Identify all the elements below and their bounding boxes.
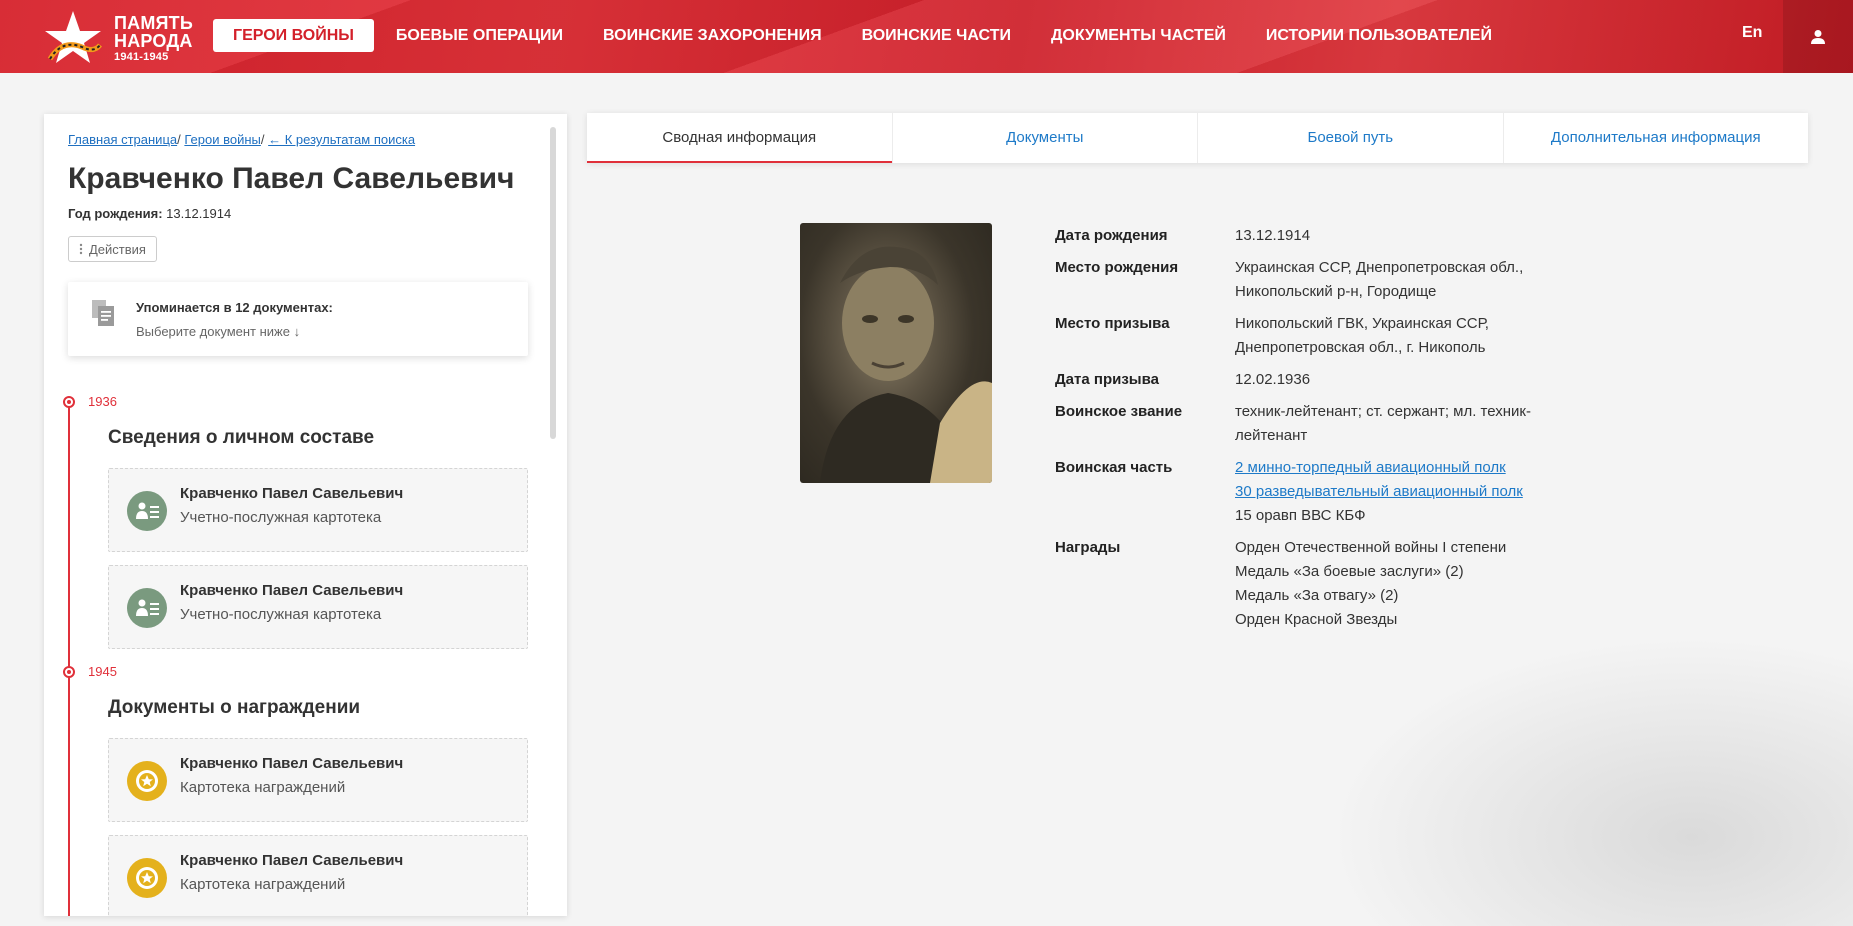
breadcrumb-heroes-link[interactable]: Герои войны [184, 132, 261, 147]
info-row-draft-place: Место призыва Никопольский ГВК, Украинск… [1055, 312, 1575, 360]
documents-icon [92, 300, 114, 326]
hero-portrait-photo[interactable] [800, 223, 992, 483]
award-item: Орден Красной Звезды [1235, 611, 1398, 628]
document-person-name: Кравченко Павел Савельевич [180, 582, 404, 599]
nav-operations[interactable]: БОЕВЫЕ ОПЕРАЦИИ [376, 19, 583, 52]
info-value: 12.02.1936 [1235, 371, 1311, 388]
unit-text: 15 оравп ВВС КБФ [1235, 507, 1366, 524]
breadcrumb-separator: / [177, 132, 181, 147]
info-row-awards: Награды Орден Отечественной войны I степ… [1055, 536, 1575, 632]
breadcrumb: Главная страница/ Герои войны/ ← К резул… [68, 132, 415, 147]
info-label: Место рождения [1055, 259, 1179, 276]
back-to-results-link[interactable]: ← К результатам поиска [268, 132, 415, 147]
info-label: Дата рождения [1055, 227, 1168, 244]
actions-button[interactable]: Действия [68, 236, 157, 262]
timeline-line [68, 402, 70, 916]
logo-text: ПАМЯТЬ НАРОДА 1941-1945 [114, 14, 193, 64]
award-medal-icon [127, 761, 167, 801]
mentions-title: Упоминается в 12 документах: [136, 300, 333, 315]
info-value: 13.12.1914 [1235, 227, 1311, 244]
personnel-card-icon [127, 588, 167, 628]
tab-combat-path[interactable]: Боевой путь [1198, 113, 1504, 163]
birth-year: Год рождения: 13.12.1914 [68, 206, 231, 221]
logo-years: 1941-1945 [114, 51, 169, 63]
timeline-dot [63, 396, 75, 408]
info-label: Дата призыва [1055, 371, 1159, 388]
info-value: техник-лейтенант; ст. сержант; мл. техни… [1235, 403, 1531, 444]
info-value: Орден Отечественной войны I степени Меда… [1235, 536, 1555, 632]
info-row-unit: Воинская часть 2 минно-торпедный авиацио… [1055, 456, 1575, 528]
page-title: Кравченко Павел Савельевич [68, 162, 515, 195]
info-label: Место призыва [1055, 315, 1170, 332]
timeline-dot [63, 666, 75, 678]
document-person-name: Кравченко Павел Савельевич [180, 485, 404, 502]
document-card[interactable]: Кравченко Павел Савельевич Учетно-послуж… [108, 565, 528, 649]
hero-tabs: Сводная информация Документы Боевой путь… [587, 113, 1808, 163]
document-person-name: Кравченко Павел Савельевич [180, 755, 404, 772]
info-row-birth-place: Место рождения Украинская ССР, Днепропет… [1055, 256, 1575, 304]
section-title-awards: Документы о награждении [108, 697, 361, 718]
document-type: Учетно-послужная картотека [180, 509, 382, 526]
top-navigation-bar: ПАМЯТЬ НАРОДА 1941-1945 ГЕРОИ ВОЙНЫ БОЕВ… [0, 0, 1853, 73]
info-value: 2 минно-торпедный авиационный полк 30 ра… [1235, 456, 1555, 528]
birth-year-value: 13.12.1914 [166, 206, 232, 221]
nav-heroes[interactable]: ГЕРОИ ВОЙНЫ [213, 19, 374, 52]
portrait-image [820, 246, 992, 483]
hero-sidebar-panel: Главная страница/ Герои войны/ ← К резул… [44, 114, 567, 916]
unit-link[interactable]: 2 минно-торпедный авиационный полк [1235, 456, 1555, 480]
mentions-hint: Выберите документ ниже ↓ [136, 324, 301, 339]
info-value: Никопольский ГВК, Украинская ССР, Днепро… [1235, 315, 1489, 356]
document-type: Картотека награждений [180, 876, 346, 893]
info-value: Украинская ССР, Днепропетровская обл., Н… [1235, 259, 1524, 300]
nav-burials[interactable]: ВОИНСКИЕ ЗАХОРОНЕНИЯ [583, 19, 842, 52]
logo-line-2: НАРОДА [114, 31, 193, 51]
info-row-rank: Воинское звание техник-лейтенант; ст. се… [1055, 400, 1575, 448]
info-label: Награды [1055, 539, 1121, 556]
personnel-card-icon [127, 491, 167, 531]
document-card[interactable]: Кравченко Павел Савельевич Картотека наг… [108, 738, 528, 822]
document-card[interactable]: Кравченко Павел Савельевич Учетно-послуж… [108, 468, 528, 552]
tab-summary[interactable]: Сводная информация [587, 113, 893, 163]
tab-documents[interactable]: Документы [893, 113, 1198, 163]
logo-line-1: ПАМЯТЬ [114, 13, 194, 33]
info-row-draft-date: Дата призыва 12.02.1936 [1055, 368, 1575, 392]
award-item: Медаль «За отвагу» (2) [1235, 587, 1399, 604]
info-label: Воинская часть [1055, 459, 1173, 476]
document-person-name: Кравченко Павел Савельевич [180, 852, 404, 869]
timeline-year-1936: 1936 [88, 394, 117, 409]
background-decoration [1300, 620, 1853, 926]
actions-label: Действия [89, 241, 146, 257]
award-item: Орден Отечественной войны I степени [1235, 539, 1507, 556]
unit-link[interactable]: 30 разведывательный авиационный полк [1235, 480, 1555, 504]
document-card[interactable]: Кравченко Павел Савельевич Картотека наг… [108, 835, 528, 916]
star-ribbon-logo-icon [45, 11, 102, 63]
nav-unit-documents[interactable]: ДОКУМЕНТЫ ЧАСТЕЙ [1031, 19, 1246, 52]
tab-additional-info[interactable]: Дополнительная информация [1504, 113, 1809, 163]
breadcrumb-home-link[interactable]: Главная страница [68, 132, 177, 147]
document-type: Картотека награждений [180, 779, 346, 796]
timeline-year-1945: 1945 [88, 664, 117, 679]
birth-year-label: Год рождения: [68, 206, 163, 221]
award-medal-icon [127, 858, 167, 898]
vertical-dots-icon [79, 243, 83, 255]
language-switch[interactable]: En [1742, 24, 1762, 42]
main-nav: ГЕРОИ ВОЙНЫ БОЕВЫЕ ОПЕРАЦИИ ВОИНСКИЕ ЗАХ… [213, 19, 1512, 52]
info-row-birth-date: Дата рождения 13.12.1914 [1055, 224, 1575, 248]
nav-user-stories[interactable]: ИСТОРИИ ПОЛЬЗОВАТЕЛЕЙ [1246, 19, 1512, 52]
hero-info-table: Дата рождения 13.12.1914 Место рождения … [1055, 224, 1575, 640]
mentions-card: Упоминается в 12 документах: Выберите до… [68, 282, 528, 356]
award-item: Медаль «За боевые заслуги» (2) [1235, 563, 1464, 580]
nav-units[interactable]: ВОИНСКИЕ ЧАСТИ [842, 19, 1031, 52]
section-title-personnel: Сведения о личном составе [108, 427, 375, 448]
sidebar-scrollbar[interactable] [550, 127, 556, 439]
site-logo[interactable]: ПАМЯТЬ НАРОДА 1941-1945 [42, 9, 202, 65]
info-label: Воинское звание [1055, 403, 1183, 420]
document-type: Учетно-послужная картотека [180, 606, 382, 623]
breadcrumb-separator: / [260, 132, 265, 147]
user-icon [1811, 29, 1825, 44]
user-account-button[interactable] [1783, 0, 1853, 73]
